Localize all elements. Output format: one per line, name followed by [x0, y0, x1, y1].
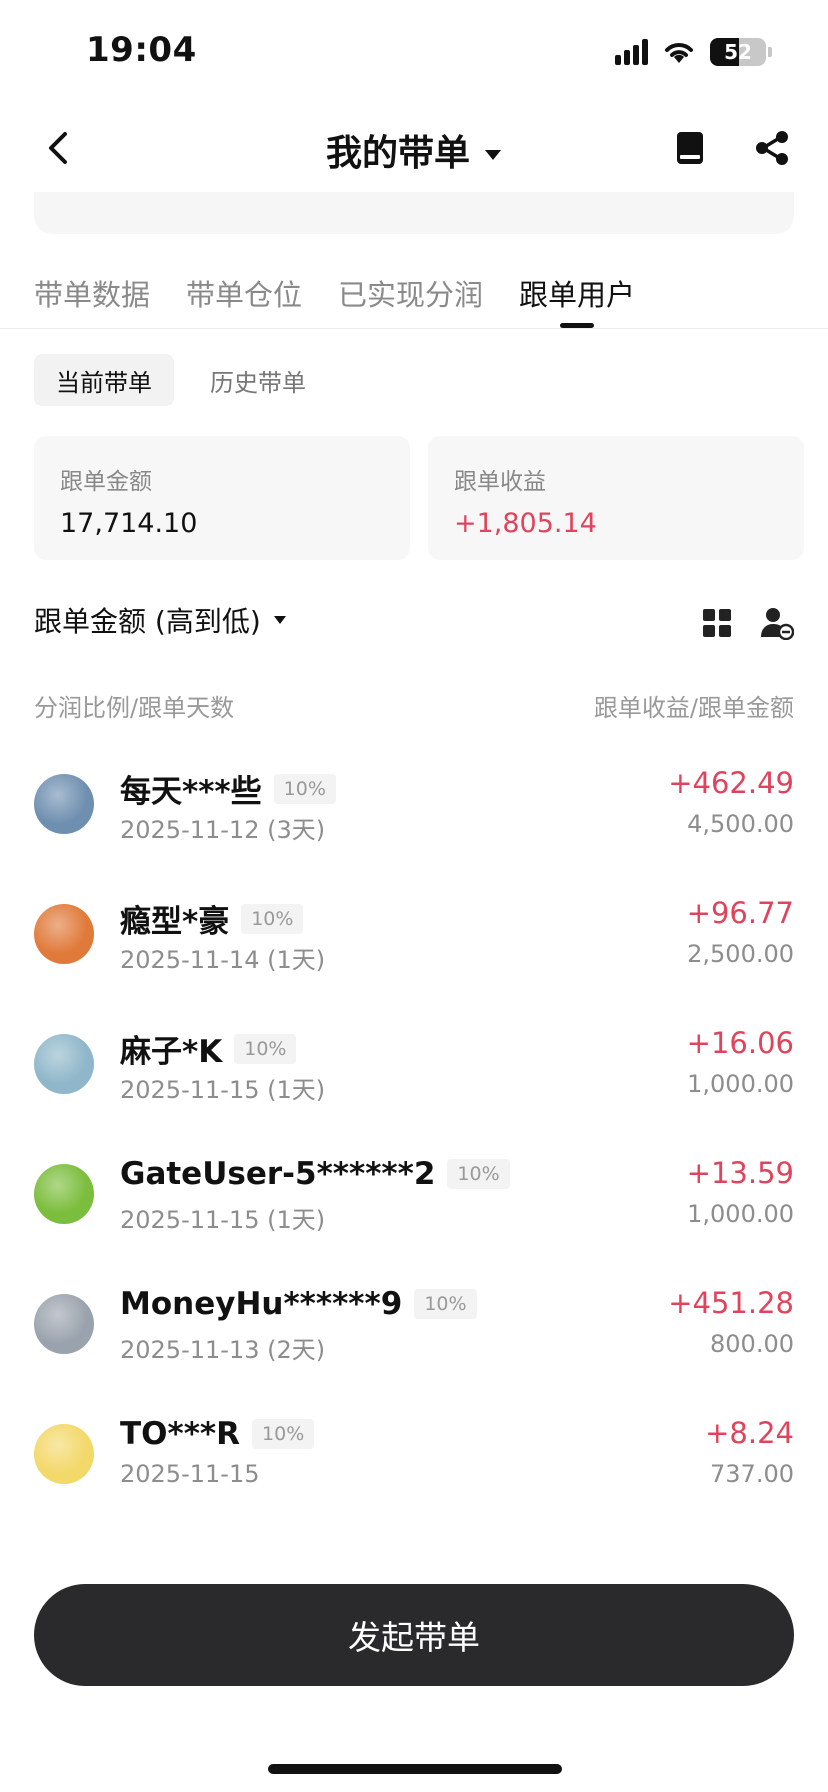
follower-profit: +462.49 — [668, 766, 794, 800]
tab-realized-profit-share[interactable]: 已实现分润 — [338, 272, 483, 326]
start-leading-button[interactable]: 发起带单 — [34, 1584, 794, 1686]
avatar — [34, 774, 94, 834]
nav-bar: 我的带单 — [0, 110, 828, 186]
follower-name: 每天***些 — [120, 774, 262, 810]
status-icons: 52 — [615, 38, 772, 66]
follow-date: 2025-11-15 (1天) — [120, 1206, 326, 1234]
profit-label: 跟单收益 — [454, 469, 546, 495]
follower-amount: 2,500.00 — [687, 940, 794, 968]
book-button[interactable] — [670, 128, 710, 168]
follower-profit: +16.06 — [686, 1026, 794, 1060]
profit-share-badge: 10% — [252, 1419, 315, 1449]
column-header-left: 分润比例/跟单天数 — [34, 694, 235, 722]
caret-down-icon — [273, 616, 286, 624]
cellular-signal-icon — [615, 39, 648, 65]
sort-row: 跟单金额 (高到低) — [34, 600, 795, 650]
follower-profit: +13.59 — [686, 1156, 794, 1190]
battery-icon: 52 — [710, 38, 766, 66]
avatar — [34, 1294, 94, 1354]
follow-date: 2025-11-14 (1天) — [120, 946, 326, 974]
grid-view-button[interactable] — [702, 608, 732, 638]
profit-share-badge: 10% — [234, 1033, 297, 1064]
follower-profit: +96.77 — [686, 896, 794, 930]
column-header-right: 跟单收益/跟单金额 — [593, 694, 794, 722]
profit-value: +1,805.14 — [454, 508, 597, 539]
follower-row[interactable]: 每天***些 10% 2025-11-12 (3天) +462.49 4,500.00 — [34, 760, 794, 890]
follower-amount: 800.00 — [710, 1330, 794, 1358]
page-title: 我的带单 — [325, 133, 470, 174]
profit-share-badge: 10% — [241, 903, 304, 934]
avatar — [34, 1424, 94, 1484]
tab-leading-positions[interactable]: 带单仓位 — [186, 272, 302, 326]
summary-cards: 跟单金额 17,714.10 跟单收益 +1,805.14 — [34, 436, 804, 560]
status-bar: 19:04 52 — [0, 0, 828, 100]
share-icon — [756, 131, 788, 165]
follower-name: MoneyHu******9 — [120, 1286, 403, 1322]
segment-history[interactable]: 历史带单 — [188, 354, 328, 406]
profit-share-badge: 10% — [414, 1289, 477, 1319]
follower-name: 瘾型*豪 — [120, 904, 230, 940]
profit-card: 跟单收益 +1,805.14 — [428, 436, 804, 560]
avatar — [34, 1164, 94, 1224]
column-headers: 分润比例/跟单天数 跟单收益/跟单金额 — [34, 688, 794, 723]
follower-row[interactable]: 瘾型*豪 10% 2025-11-14 (1天) +96.77 2,500.00 — [34, 890, 794, 1020]
tab-bar: 带单数据 带单仓位 已实现分润 跟单用户 — [34, 272, 635, 328]
follower-amount: 737.00 — [710, 1460, 794, 1488]
follower-name-line: TO***R 10% — [120, 1416, 315, 1452]
follower-row[interactable]: GateUser-5******2 10% 2025-11-15 (1天) +13.5… — [34, 1150, 794, 1280]
battery-tip — [768, 47, 772, 57]
follow-date: 2025-11-13 (2天) — [120, 1336, 326, 1364]
grid-icon — [703, 609, 731, 637]
follower-name: TO***R — [120, 1416, 241, 1452]
follower-amount: 1,000.00 — [687, 1070, 794, 1098]
tabs-divider — [0, 328, 828, 329]
follower-list: 每天***些 10% 2025-11-12 (3天) +462.49 4,500.00 瘾… — [34, 760, 794, 1550]
segment-control: 当前带单 历史带单 — [34, 354, 328, 406]
avatar — [34, 904, 94, 964]
caret-down-icon — [485, 150, 501, 160]
status-time: 19:04 — [86, 30, 197, 70]
list-fade — [34, 1510, 794, 1550]
follower-name-line: 每天***些 10% — [120, 766, 336, 811]
amount-card: 跟单金额 17,714.10 — [34, 436, 410, 560]
follower-amount: 1,000.00 — [687, 1200, 794, 1228]
follower-name-line: 瘾型*豪 10% — [120, 896, 304, 941]
follow-date: 2025-11-15 — [120, 1460, 260, 1488]
amount-label: 跟单金额 — [60, 469, 152, 495]
battery-level: 52 — [724, 40, 752, 64]
profit-share-badge: 10% — [273, 773, 336, 804]
follower-row[interactable]: 麻子*K 10% 2025-11-15 (1天) +16.06 1,000.00 — [34, 1020, 794, 1150]
segment-current[interactable]: 当前带单 — [34, 354, 174, 406]
follower-name: GateUser-5******2 — [120, 1156, 436, 1192]
book-icon — [677, 132, 703, 164]
follower-profit: +8.24 — [705, 1416, 794, 1450]
follower-name-line: MoneyHu******9 10% — [120, 1286, 477, 1322]
tab-leading-data[interactable]: 带单数据 — [34, 272, 150, 326]
follow-date: 2025-11-12 (3天) — [120, 816, 326, 844]
follower-amount: 4,500.00 — [687, 810, 794, 838]
profit-share-badge: 10% — [447, 1159, 510, 1189]
user-remove-icon — [761, 608, 795, 641]
follower-name: 麻子*K — [120, 1034, 223, 1070]
banner-strip — [34, 192, 794, 234]
follower-name-line: GateUser-5******2 10% — [120, 1156, 510, 1192]
home-indicator — [268, 1764, 562, 1774]
follow-date: 2025-11-15 (1天) — [120, 1076, 326, 1104]
sort-label: 跟单金额 (高到低) — [34, 605, 261, 638]
avatar — [34, 1034, 94, 1094]
follower-name-line: 麻子*K 10% — [120, 1026, 297, 1071]
remove-user-button[interactable] — [760, 606, 795, 641]
share-button[interactable] — [752, 128, 792, 168]
follower-profit: +451.28 — [668, 1286, 794, 1320]
wifi-icon — [665, 43, 693, 63]
follower-row[interactable]: MoneyHu******9 10% 2025-11-13 (2天) +451.28 8… — [34, 1280, 794, 1410]
sort-dropdown[interactable]: 跟单金额 (高到低) — [34, 600, 794, 640]
amount-value: 17,714.10 — [60, 508, 198, 539]
tab-copy-users[interactable]: 跟单用户 — [519, 272, 635, 328]
